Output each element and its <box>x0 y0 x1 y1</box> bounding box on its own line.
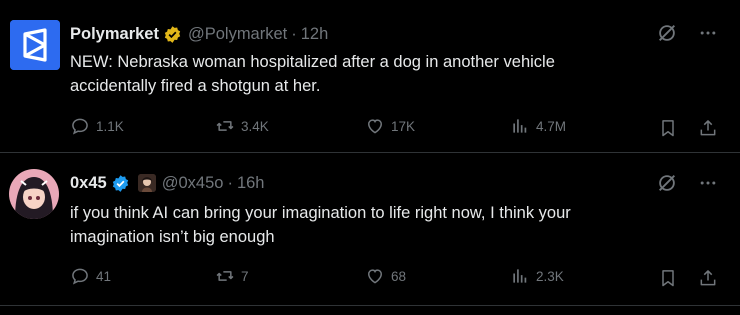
avatar-0x45[interactable] <box>9 169 59 219</box>
tweet-text: NEW: Nebraska woman hospitalized after a… <box>70 50 710 98</box>
more-icon[interactable] <box>698 23 718 48</box>
retweet-count: 7 <box>241 268 249 284</box>
separator: · <box>227 173 233 192</box>
reply-button[interactable]: 41 <box>70 266 111 286</box>
blue-verified-badge-icon <box>111 174 130 193</box>
retweet-count: 3.4K <box>241 118 269 134</box>
tweet-end-actions <box>658 268 718 293</box>
tweet-0x45[interactable]: 0x45 @0x45o · 16h if you think AI can br… <box>0 153 740 305</box>
tweet-top-actions <box>656 172 718 199</box>
anime-avatar-icon <box>9 169 59 219</box>
grok-icon[interactable] <box>656 172 678 199</box>
tweet-text-line: if you think AI can bring your imaginati… <box>70 204 571 222</box>
reply-icon <box>72 268 88 285</box>
action-bar: 41 7 68 2.3K <box>70 266 720 290</box>
views-icon <box>513 269 527 283</box>
retweet-button[interactable]: 3.4K <box>215 116 269 136</box>
views-count: 2.3K <box>536 268 564 284</box>
bookmark-icon[interactable] <box>658 118 678 143</box>
tweet-divider <box>0 305 740 306</box>
reply-count: 1.1K <box>96 118 124 134</box>
retweet-icon <box>216 121 234 131</box>
polymarket-logo-icon <box>10 20 60 70</box>
avatar-polymarket[interactable] <box>10 20 60 70</box>
bookmark-icon[interactable] <box>658 268 678 293</box>
views-button[interactable]: 2.3K <box>510 266 564 286</box>
share-icon[interactable] <box>698 118 718 143</box>
like-icon <box>367 119 383 134</box>
tweet-text: if you think AI can bring your imaginati… <box>70 201 710 249</box>
tweet-text-line: imagination isn’t big enough <box>70 228 275 246</box>
tweet-top-actions <box>656 22 718 49</box>
like-icon <box>367 269 383 284</box>
like-button[interactable]: 68 <box>365 266 406 286</box>
tweet-header: Polymarket @Polymarket · 12h <box>70 23 328 45</box>
action-bar: 1.1K 3.4K 17K 4.7M <box>70 116 720 140</box>
tweet-text-line: NEW: Nebraska woman hospitalized after a… <box>70 53 555 71</box>
like-button[interactable]: 17K <box>365 116 415 136</box>
author-name[interactable]: 0x45 <box>70 174 107 193</box>
like-count: 68 <box>391 268 407 284</box>
affiliate-badge-icon[interactable] <box>137 174 156 192</box>
separator: · <box>291 24 297 43</box>
retweet-button[interactable]: 7 <box>215 266 249 286</box>
timestamp[interactable]: 12h <box>301 25 329 44</box>
author-handle[interactable]: @0x45o <box>162 174 224 193</box>
reply-icon <box>72 118 88 135</box>
gold-verified-badge-icon <box>163 25 182 44</box>
timestamp[interactable]: 16h <box>237 174 265 193</box>
author-handle[interactable]: @Polymarket <box>188 25 287 44</box>
tweet-header: 0x45 @0x45o · 16h <box>70 172 264 194</box>
views-icon <box>513 119 527 133</box>
tweet-end-actions <box>658 118 718 143</box>
author-name[interactable]: Polymarket <box>70 25 159 44</box>
more-icon[interactable] <box>698 173 718 198</box>
tweet-text-line: accidentally fired a shotgun at her. <box>70 77 321 95</box>
reply-button[interactable]: 1.1K <box>70 116 124 136</box>
views-button[interactable]: 4.7M <box>510 116 566 136</box>
grok-icon[interactable] <box>656 22 678 49</box>
share-icon[interactable] <box>698 268 718 293</box>
like-count: 17K <box>391 118 416 134</box>
reply-count: 41 <box>96 268 112 284</box>
tweet-polymarket[interactable]: Polymarket @Polymarket · 12h NEW: Nebras… <box>0 0 740 152</box>
retweet-icon <box>216 271 234 281</box>
views-count: 4.7M <box>536 118 567 134</box>
